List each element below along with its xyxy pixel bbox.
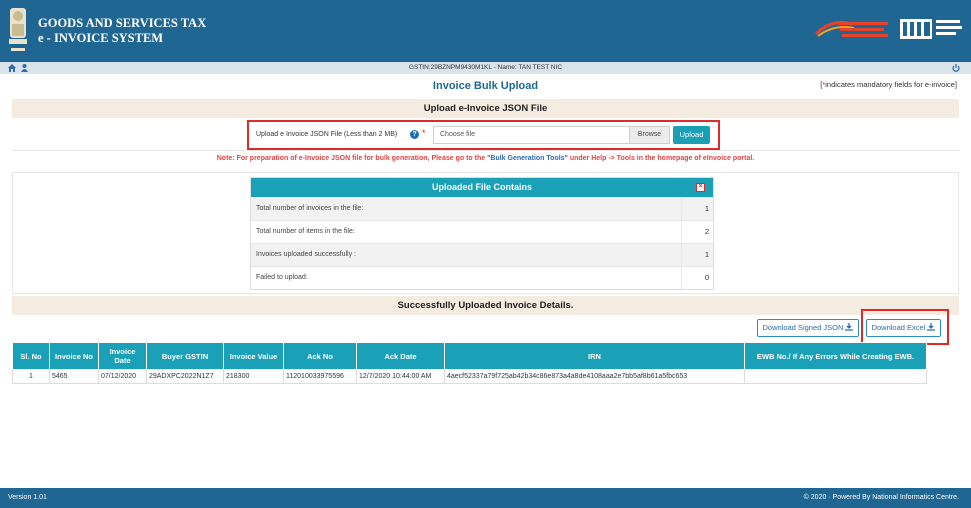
note-suffix: under Help -> Tools in the homepage of e… [567,155,755,162]
table-cell [744,369,927,384]
required-star: * [422,128,426,138]
upload-button[interactable]: Upload [673,126,710,144]
bulk-generation-tools-link[interactable]: "Bulk Generation Tools" [487,155,568,162]
download-excel-label: Download Excel [871,323,926,332]
summary-label: Total number of invoices in the file: [256,205,364,212]
invoice-system-logo [814,20,888,37]
column-header: Ack Date [356,342,445,370]
column-header: Invoice Value [223,342,284,370]
summary-label: Total number of items in the file: [256,228,355,235]
summary-value: 0 [681,267,713,289]
gstin-label: GSTIN:29BZNPM9430M1KL - Name: TAN TEST N… [408,64,563,71]
summary-label: Failed to upload: [256,274,308,281]
copyright-label: © 2020 · Powered By National Informatics… [803,494,959,501]
mandatory-text: indicates mandatory fields for e-invoice… [825,80,957,89]
summary-row: Total number of items in the file: 2 [251,220,713,243]
table-cell: 29ADXPC2022N1Z7 [146,369,224,384]
column-header: Buyer GSTIN [146,342,224,370]
browse-button[interactable]: Browse [629,127,669,143]
column-header: Invoice Date [98,342,147,370]
help-icon[interactable]: ? [410,130,419,139]
table-cell: 218300 [223,369,284,384]
version-label: Version 1.01 [8,494,47,501]
bulk-tools-note: Note: For preparation of e-Invoice JSON … [0,155,971,162]
table-cell: 1 [12,369,50,384]
note-prefix: Note: For preparation of e-Invoice JSON … [216,155,488,162]
table-cell: 12/7/2020 10:44:00 AM [356,369,445,384]
download-icon [927,323,936,331]
upload-section-heading: Upload e-Invoice JSON File [12,99,959,118]
nic-logo [900,19,962,39]
power-icon[interactable] [952,64,960,72]
column-header: Invoice No [49,342,99,370]
download-signed-json-label: Download Signed JSON [762,323,844,332]
download-icon [845,323,854,331]
app-footer: Version 1.01 © 2020 · Powered By Nationa… [0,488,971,508]
close-icon[interactable]: × [696,183,705,192]
summary-value: 2 [681,221,713,243]
uploaded-file-summary: Uploaded File Contains × Total number of… [250,177,714,290]
app-title-line1: GOODS AND SERVICES TAX [38,16,207,30]
table-cell: 07/12/2020 [98,369,147,384]
summary-row: Failed to upload: 0 [251,266,713,289]
national-emblem-logo [9,8,27,51]
upload-file-label: Upload e Invoice JSON File (Less than 2 … [256,131,398,138]
column-header: Ack No [283,342,357,370]
summary-row: Invoices uploaded successfully : 1 [251,243,713,266]
user-info-bar: GSTIN:29BZNPM9430M1KL - Name: TAN TEST N… [0,62,971,74]
column-header: Sl. No [12,342,50,370]
json-file-input[interactable]: Choose file Browse [433,126,670,144]
table-row: 1 5465 07/12/2020 29ADXPC2022N1Z7 218300… [12,369,927,384]
summary-label: Invoices uploaded successfully : [256,251,356,258]
summary-value: 1 [681,244,713,266]
table-cell: 5465 [49,369,99,384]
download-excel-button[interactable]: Download Excel [866,319,941,337]
summary-heading-text: Uploaded File Contains [431,182,532,192]
app-header: GOODS AND SERVICES TAX e - INVOICE SYSTE… [0,0,971,62]
summary-heading: Uploaded File Contains × [251,178,713,197]
column-header: EWB No./ If Any Errors While Creating EW… [744,342,927,370]
invoice-details-table: Sl. No Invoice No Invoice Date Buyer GST… [12,342,927,384]
summary-row: Total number of invoices in the file: 1 [251,197,713,220]
table-cell: 112010033975596 [283,369,357,384]
table-header-row: Sl. No Invoice No Invoice Date Buyer GST… [12,342,927,370]
app-title-line2: e - INVOICE SYSTEM [38,31,164,45]
download-signed-json-button[interactable]: Download Signed JSON [757,319,859,337]
column-header: IRN [444,342,745,370]
summary-value: 1 [681,198,713,220]
app-title: GOODS AND SERVICES TAX e - INVOICE SYSTE… [38,16,206,46]
details-section-heading: Successfully Uploaded Invoice Details. [12,296,959,315]
mandatory-note: [*indicates mandatory fields for e-invoi… [820,80,957,89]
file-input-placeholder: Choose file [440,131,476,138]
table-cell: 4aecf52337a79f725ab42b34c86e873a4a8de410… [444,369,745,384]
